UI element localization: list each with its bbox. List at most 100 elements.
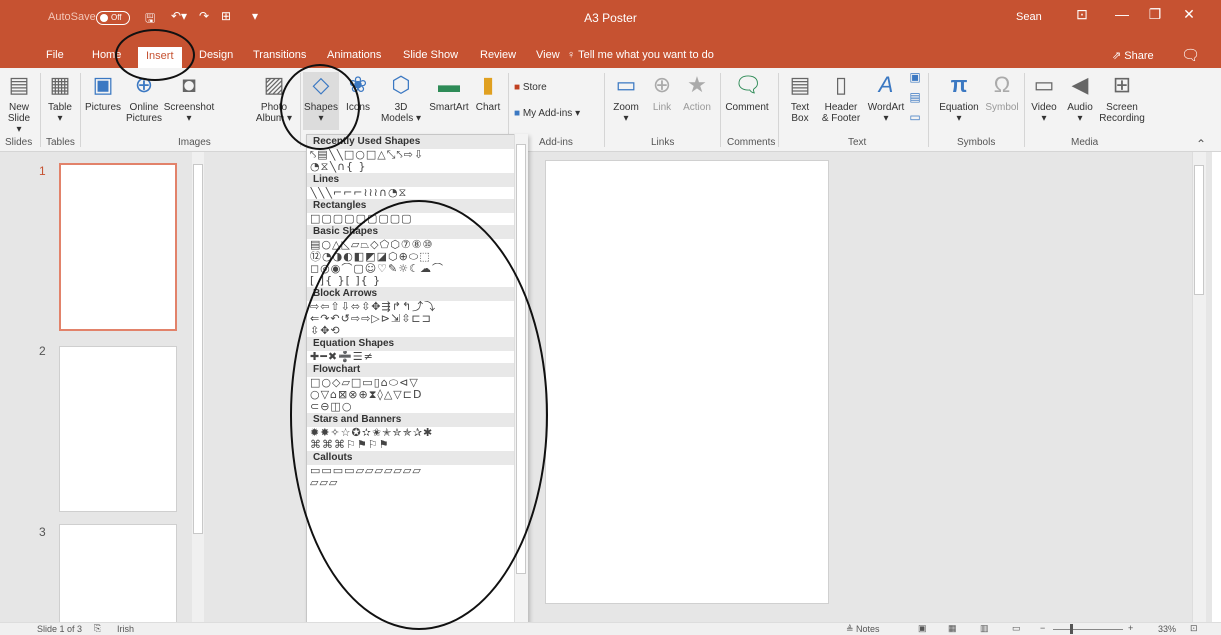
video-icon: ▭ [1033,72,1055,97]
smartart-button[interactable]: ▬ SmartArt [424,72,474,113]
slide-thumbnail-3[interactable] [59,524,177,624]
tab-design[interactable]: Design [199,47,233,63]
new-slide-icon: ▤ [8,72,30,97]
group-tables: Tables [46,137,75,148]
current-slide[interactable] [545,160,829,604]
wordart-button[interactable]: A WordArt ▾ [866,72,906,124]
normal-view-icon[interactable]: ▣ [918,623,927,634]
store-button[interactable]: ■ Store [514,82,547,93]
group-symbols: Symbols [957,137,996,148]
annotation-circle-gallery [290,200,548,630]
zoom-slider[interactable] [1053,629,1123,630]
equation-icon: π [950,72,968,97]
slide-thumbnail-panel: 1 2 3 [0,152,208,624]
thumbnail-scroll-thumb[interactable] [193,164,203,534]
group-links: Links [651,137,675,148]
group-media: Media [1071,137,1099,148]
comment-icon: 🗨 [734,72,762,97]
language[interactable]: Irish [117,624,134,634]
group-addins: Add-ins [539,137,573,148]
notes-button[interactable]: ≜ Notes [846,624,880,635]
slide-thumbnail-2[interactable] [59,346,177,512]
slide-number-icon[interactable]: ▤ [908,91,922,103]
pictures-button[interactable]: ▣ Pictures [83,72,123,113]
object-icon[interactable]: ▭ [908,111,922,123]
header-footer-icon: ▯ [834,72,848,97]
slide-sorter-icon[interactable]: ▦ [948,623,957,634]
shape-row[interactable]: ⤣▤╲╲□○□△⤡⤣⇨⇩ [307,149,527,161]
ribbon-display-icon[interactable]: ⊡ [1067,6,1097,23]
action-icon: ★ [687,72,707,97]
group-slides: Slides [5,137,33,148]
collapse-ribbon-icon[interactable]: ⌃ [1196,137,1206,151]
spellcheck-icon[interactable]: ⎘ [94,623,101,634]
comments-icon[interactable]: 🗨 [1181,46,1200,64]
store-icon: ■ [514,82,523,93]
3d-models-icon: ⬡ [391,72,411,97]
text-box-button[interactable]: ▤ Text Box [786,72,814,124]
zoom-out-icon[interactable]: − [1040,623,1045,633]
slide-scroll-thumb[interactable] [1194,165,1204,295]
reading-view-icon[interactable]: ▥ [980,623,989,634]
user-name[interactable]: Sean [1016,11,1042,23]
textbox-icon: ▤ [789,72,811,97]
lightbulb-icon: ♀ [567,49,579,61]
powerpoint-window: AutoSave Off 🖫 ↶▾ ↷ ⊞ ▾ A3 Poster Sean ⊡… [0,0,1221,635]
comment-button[interactable]: 🗨 Comment [722,72,772,113]
close-icon[interactable]: ✕ [1174,6,1204,23]
annotation-circle-shapes [280,64,360,150]
chart-button[interactable]: ▮ Chart [473,72,503,113]
shape-row[interactable]: ◔⧖╲∩{ } [307,161,527,173]
tab-view[interactable]: View [536,47,560,63]
slide-number: 2 [39,344,46,358]
new-slide-button[interactable]: ▤ New Slide ▾ [4,72,34,135]
audio-button[interactable]: ◀ Audio ▾ [1064,72,1096,124]
zoom-level[interactable]: 33% [1158,624,1176,634]
tab-animations[interactable]: Animations [327,47,381,63]
share-icon: ⇗ [1112,50,1125,62]
slideshow-view-icon[interactable]: ▭ [1012,623,1021,634]
notes-icon: ≜ [846,624,857,634]
link-icon: ⊕ [652,72,672,97]
group-comments: Comments [727,137,776,148]
header-footer-button[interactable]: ▯ Header & Footer [818,72,864,124]
zoom-button[interactable]: ▭ Zoom ▾ [610,72,642,124]
table-button[interactable]: ▦ Table ▾ [44,72,76,124]
slide-number: 3 [39,525,46,539]
minimize-icon[interactable]: — [1107,6,1137,22]
tab-file[interactable]: File [46,47,64,63]
group-text: Text [848,137,867,148]
zoom-in-icon[interactable]: + [1128,623,1133,633]
group-images: Images [178,137,211,148]
tell-me-search[interactable]: ♀ Tell me what you want to do [567,49,714,61]
share-button[interactable]: ⇗ Share [1112,49,1154,62]
gallery-section-header: Lines [307,173,527,187]
my-addins-button[interactable]: ■ My Add-ins ▾ [514,108,580,119]
tab-review[interactable]: Review [480,47,516,63]
action-button[interactable]: ★ Action [679,72,715,113]
restore-icon[interactable]: ❐ [1140,6,1170,23]
status-bar: Slide 1 of 3 ⎘ Irish ≜ Notes ▣ ▦ ▥ ▭ − +… [0,622,1221,635]
tab-slide-show[interactable]: Slide Show [403,47,458,63]
thumbnail-scrollbar[interactable] [192,152,204,622]
screenshot-icon: ◘ [182,72,196,97]
symbol-button[interactable]: Ω Symbol [984,72,1020,113]
tab-transitions[interactable]: Transitions [253,47,306,63]
symbol-icon: Ω [993,72,1011,97]
screen-recording-icon: ⊞ [1112,72,1132,97]
zoom-slider-handle[interactable] [1070,624,1073,634]
video-button[interactable]: ▭ Video ▾ [1028,72,1060,124]
3d-models-button[interactable]: ⬡ 3D Models ▾ [380,72,422,124]
screen-recording-button[interactable]: ⊞ Screen Recording [1096,72,1148,124]
date-time-icon[interactable]: ▣ [908,71,922,83]
link-button[interactable]: ⊕ Link [648,72,676,113]
ribbon-insert: ▤ New Slide ▾ ▦ Table ▾ ▣ Pictures ⊕ Online Pic… [0,68,1221,152]
shape-row[interactable]: ╲╲╲⌐⌐⌐≀≀≀∩◔⧖ [307,187,527,199]
fit-slide-icon[interactable]: ⊡ [1190,623,1198,634]
slide-count: Slide 1 of 3 [37,624,83,634]
zoom-icon: ▭ [615,72,637,97]
slide-thumbnail-1[interactable] [59,163,177,331]
screenshot-button[interactable]: ◘ Screenshot ▾ [163,72,215,124]
annotation-circle-insert [115,29,195,81]
equation-button[interactable]: π Equation ▾ [934,72,984,124]
